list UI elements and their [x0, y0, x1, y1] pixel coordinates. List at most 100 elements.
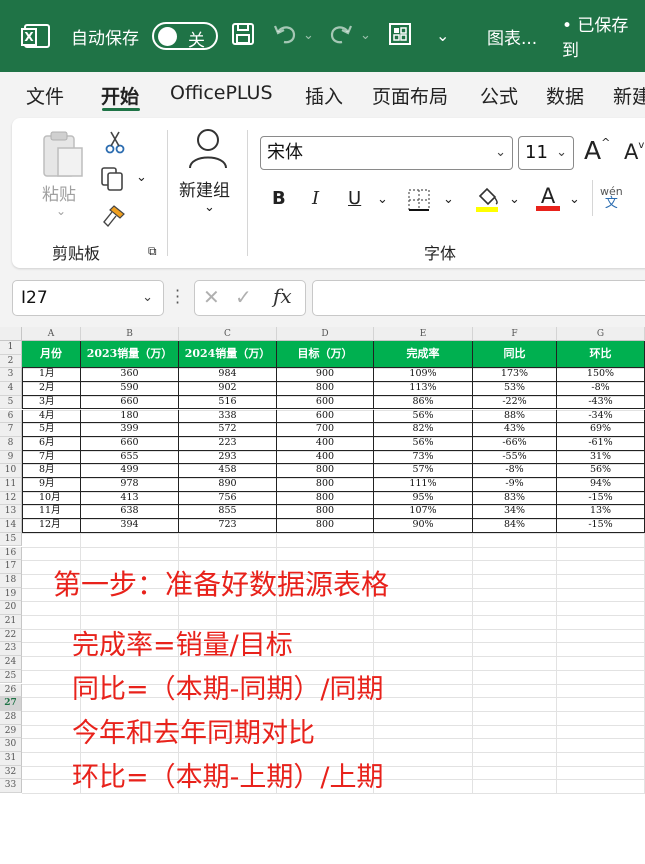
saved-status[interactable]: • 已保存到 — [562, 0, 645, 72]
fill-color-icon[interactable] — [474, 186, 500, 218]
borders-dropdown-icon[interactable]: ⌄ — [443, 192, 454, 207]
table-cell[interactable]: 600 — [277, 409, 374, 424]
table-cell[interactable]: 638 — [81, 505, 179, 520]
table-cell[interactable]: 2月 — [22, 382, 81, 396]
table-cell[interactable]: -55% — [473, 450, 557, 465]
tab-officeplus[interactable]: OfficePLUS — [170, 82, 273, 104]
table-cell[interactable]: 338 — [179, 409, 277, 424]
undo-dropdown-icon[interactable]: ⌄ — [303, 22, 314, 50]
row-header[interactable]: 13 — [0, 505, 22, 520]
table-cell[interactable]: 12月 — [22, 519, 81, 533]
name-box[interactable]: I27 ⌄ — [12, 280, 164, 316]
table-header-cell[interactable]: 2024销量（万） — [179, 341, 277, 369]
row-header[interactable]: 14 — [0, 519, 22, 533]
table-cell[interactable]: 516 — [179, 395, 277, 410]
table-cell[interactable]: -8% — [557, 382, 645, 396]
row-header[interactable]: 15 — [0, 532, 22, 547]
table-cell[interactable]: 458 — [179, 464, 277, 478]
underline-dropdown-icon[interactable]: ⌄ — [377, 192, 388, 207]
row-header[interactable]: 18 — [0, 573, 22, 588]
table-cell[interactable]: 83% — [473, 491, 557, 506]
row-header[interactable]: 16 — [0, 546, 22, 561]
grow-font-button[interactable]: A^ — [584, 136, 610, 165]
table-cell[interactable]: 572 — [179, 423, 277, 437]
table-cell[interactable]: -15% — [557, 491, 645, 506]
copy-icon[interactable] — [100, 166, 126, 196]
table-cell[interactable]: 34% — [473, 505, 557, 520]
column-header[interactable]: C — [179, 327, 277, 341]
row-header[interactable]: 31 — [0, 752, 22, 766]
table-cell[interactable]: 394 — [81, 519, 179, 533]
table-cell[interactable]: 660 — [81, 436, 179, 451]
table-cell[interactable]: 978 — [81, 478, 179, 492]
table-cell[interactable]: -34% — [557, 409, 645, 424]
table-cell[interactable]: 855 — [179, 505, 277, 520]
row-header[interactable]: 33 — [0, 779, 22, 794]
row-header[interactable]: 8 — [0, 436, 22, 451]
table-cell[interactable]: -61% — [557, 436, 645, 451]
column-header[interactable]: E — [374, 327, 473, 341]
table-cell[interactable]: 94% — [557, 478, 645, 492]
redo-icon[interactable] — [328, 22, 354, 50]
format-painter-icon[interactable] — [100, 204, 126, 234]
row-header[interactable]: 24 — [0, 656, 22, 670]
table-cell[interactable]: 8月 — [22, 464, 81, 478]
row-header[interactable]: 26 — [0, 683, 22, 698]
table-cell[interactable]: 1月 — [22, 368, 81, 383]
table-cell[interactable]: 53% — [473, 382, 557, 396]
row-header[interactable]: 20 — [0, 601, 22, 615]
form-icon[interactable] — [388, 22, 412, 50]
table-cell[interactable]: 902 — [179, 382, 277, 396]
column-header[interactable]: G — [557, 327, 645, 341]
customize-toolbar-icon[interactable]: ⌄ — [436, 22, 449, 50]
row-header[interactable]: 7 — [0, 423, 22, 437]
copy-dropdown-icon[interactable]: ⌄ — [136, 170, 147, 185]
table-cell[interactable]: -8% — [473, 464, 557, 478]
table-cell[interactable]: 655 — [81, 450, 179, 465]
table-cell[interactable]: 4月 — [22, 409, 81, 424]
row-header[interactable]: 5 — [0, 395, 22, 410]
underline-button[interactable]: U — [348, 188, 361, 209]
table-cell[interactable]: 660 — [81, 395, 179, 410]
font-name-select[interactable]: 宋体 ⌄ — [260, 136, 513, 170]
select-all-corner[interactable] — [0, 327, 22, 341]
table-cell[interactable]: 69% — [557, 423, 645, 437]
table-cell[interactable]: 590 — [81, 382, 179, 396]
row-header[interactable]: 29 — [0, 724, 22, 739]
row-header[interactable]: 30 — [0, 738, 22, 752]
table-cell[interactable]: 95% — [374, 491, 473, 506]
table-cell[interactable]: 499 — [81, 464, 179, 478]
table-cell[interactable]: 293 — [179, 450, 277, 465]
table-cell[interactable]: 413 — [81, 491, 179, 506]
paste-dropdown-icon[interactable]: ⌄ — [56, 204, 66, 218]
table-cell[interactable]: 180 — [81, 409, 179, 424]
row-header[interactable]: 28 — [0, 710, 22, 725]
italic-button[interactable]: I — [312, 188, 319, 209]
table-cell[interactable]: 890 — [179, 478, 277, 492]
table-cell[interactable]: 400 — [277, 450, 374, 465]
cut-icon[interactable] — [104, 130, 126, 158]
person-icon[interactable] — [187, 126, 229, 174]
tab-home[interactable]: 开始 — [101, 82, 139, 109]
table-cell[interactable]: 800 — [277, 382, 374, 396]
table-cell[interactable]: 900 — [277, 368, 374, 383]
column-header[interactable]: D — [277, 327, 374, 341]
row-header[interactable]: 1 — [0, 341, 22, 355]
tab-data[interactable]: 数据 — [546, 82, 584, 109]
table-cell[interactable]: 173% — [473, 368, 557, 383]
phonetic-guide-button[interactable]: wén 文 — [600, 186, 623, 211]
autosave-toggle[interactable]: 关 — [152, 22, 218, 51]
row-header[interactable]: 27 — [0, 697, 22, 711]
table-cell[interactable]: 10月 — [22, 491, 81, 506]
table-cell[interactable]: 400 — [277, 436, 374, 451]
column-header[interactable]: B — [81, 327, 179, 341]
row-header[interactable]: 12 — [0, 491, 22, 506]
row-header[interactable]: 23 — [0, 642, 22, 657]
table-cell[interactable]: -15% — [557, 519, 645, 533]
table-cell[interactable]: 56% — [374, 409, 473, 424]
table-cell[interactable]: 3月 — [22, 395, 81, 410]
table-cell[interactable]: 700 — [277, 423, 374, 437]
save-icon[interactable] — [231, 22, 255, 50]
fill-color-dropdown-icon[interactable]: ⌄ — [509, 192, 520, 207]
table-cell[interactable]: -9% — [473, 478, 557, 492]
